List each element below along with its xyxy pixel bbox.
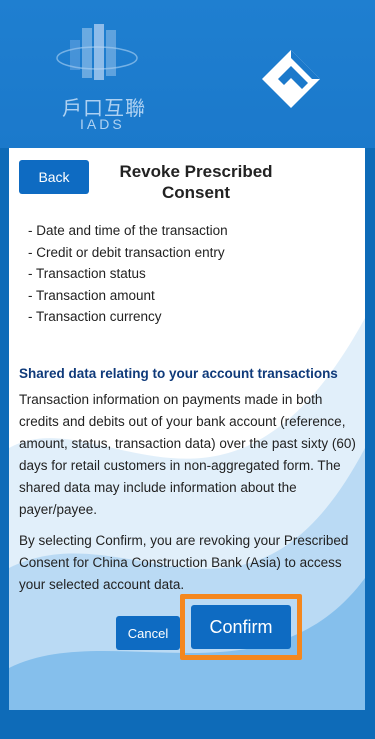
header: 戶口互聯 IADS [0,0,375,148]
shared-data-heading: Shared data relating to your account tra… [19,366,338,381]
shared-data-description: Transaction information on payments made… [19,392,356,517]
list-item: - Date and time of the transaction [28,223,228,238]
list-item: - Transaction amount [28,287,155,303]
cancel-button[interactable]: Cancel [116,616,180,650]
page-title: Revoke Prescribed Consent [119,162,273,202]
data-fields-list: - Date and time of the transaction - Cre… [28,220,358,328]
list-item: - Transaction status [28,266,146,281]
consent-card: Back Revoke Prescribed Consent - Date an… [9,148,365,710]
list-item: - Transaction currency [28,309,162,324]
bottom-bar [0,710,375,739]
confirm-notice: By selecting Confirm, you are revoking y… [19,533,349,592]
list-item: - Credit or debit transaction entry [28,244,225,260]
app-frame: 戶口互聯 IADS Back Revoke Prescribed Consent… [0,0,375,739]
confirm-button[interactable]: Confirm [191,605,291,649]
ccb-bank-logo-icon [262,50,320,108]
iads-english-label: IADS [80,116,125,132]
back-button[interactable]: Back [19,160,89,194]
